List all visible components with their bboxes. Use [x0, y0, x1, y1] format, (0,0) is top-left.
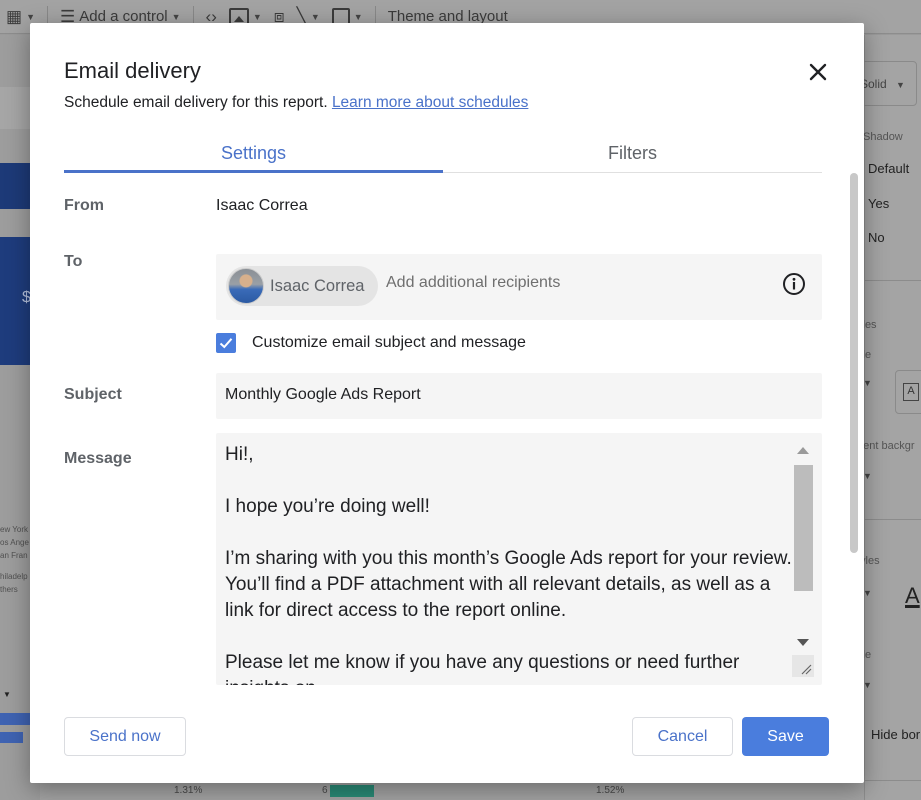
legend-item: an Fran — [0, 551, 28, 560]
checkmark-icon — [219, 338, 233, 349]
avatar — [228, 268, 264, 304]
panel-divider — [865, 780, 921, 781]
text-style-button[interactable]: A — [895, 370, 921, 414]
subject-label: Subject — [64, 386, 122, 403]
chart-bar — [0, 732, 23, 743]
shadow-option-default[interactable]: Default — [868, 161, 909, 176]
recipient-chip[interactable]: Isaac Correa — [226, 266, 378, 306]
hide-border-label[interactable]: Hide bor — [871, 727, 920, 742]
scroll-up-icon[interactable] — [797, 447, 809, 454]
dialog-title: Email delivery — [64, 58, 201, 83]
table-cell: 1.52% — [596, 785, 625, 796]
chevron-down-icon: ▼ — [896, 80, 905, 90]
legend-item: ew York — [0, 525, 29, 534]
legend-spacer — [0, 562, 29, 570]
chevron-down-icon[interactable]: ▼ — [863, 378, 872, 388]
close-icon — [809, 63, 827, 81]
message-label: Message — [64, 450, 132, 467]
close-button[interactable] — [802, 56, 834, 88]
subtitle-text: Schedule email delivery for this report. — [64, 94, 328, 111]
table-cell: 6 — [322, 785, 328, 796]
resize-grip-icon — [801, 664, 812, 675]
panel-divider — [865, 280, 921, 281]
city-legend: ew York os Ange an Fran hiladelp thers — [0, 523, 29, 596]
customize-label: Customize email subject and message — [252, 334, 526, 351]
legend-item: os Ange — [0, 538, 29, 547]
scroll-down-icon[interactable] — [797, 639, 809, 646]
border-style-select[interactable]: Solid ▼ — [855, 61, 917, 106]
component-background-label: nent backgr — [857, 440, 915, 452]
customize-checkbox-row[interactable]: Customize email subject and message — [216, 333, 526, 353]
chevron-down-icon: ▼ — [171, 11, 181, 22]
cancel-button[interactable]: Cancel — [632, 717, 733, 756]
add-recipients-input[interactable]: Add additional recipients — [386, 274, 560, 292]
legend-item: thers — [0, 585, 18, 594]
recipients-field[interactable]: Isaac Correa Add additional recipients — [216, 254, 822, 320]
dialog-scrollbar[interactable] — [850, 173, 858, 553]
subject-input[interactable]: Monthly Google Ads Report — [216, 373, 822, 419]
recipient-name: Isaac Correa — [270, 276, 365, 295]
text-format-icon: A — [903, 383, 919, 401]
save-button[interactable]: Save — [742, 717, 829, 756]
shadow-option-no[interactable]: No — [868, 230, 885, 245]
table-bar — [330, 785, 374, 797]
from-label: From — [64, 197, 104, 214]
dialog-tabs: Settings Filters — [64, 135, 822, 173]
report-table-bottom: 1.31% 6 1.52% — [40, 782, 864, 800]
scrollbar-thumb[interactable] — [794, 465, 813, 591]
chevron-down-icon: ▼ — [3, 690, 11, 699]
chevron-down-icon: ▼ — [310, 11, 320, 22]
chevron-down-icon[interactable]: ▼ — [863, 588, 872, 598]
to-label: To — [64, 253, 83, 270]
message-text[interactable]: Hi!, I hope you’re doing well! I’m shari… — [225, 442, 797, 685]
chevron-down-icon: ▼ — [252, 11, 262, 22]
from-value: Isaac Correa — [216, 197, 308, 214]
textarea-scrollbar[interactable] — [792, 443, 814, 679]
dialog-subtitle: Schedule email delivery for this report.… — [64, 94, 528, 112]
chevron-down-icon[interactable]: ▼ — [863, 471, 872, 481]
learn-more-link[interactable]: Learn more about schedules — [332, 94, 528, 111]
email-delivery-dialog: Email delivery Schedule email delivery f… — [30, 23, 864, 783]
message-textarea[interactable]: Hi!, I hope you’re doing well! I’m shari… — [216, 433, 822, 685]
resize-handle[interactable] — [792, 655, 814, 677]
panel-divider — [865, 519, 921, 520]
tab-settings[interactable]: Settings — [64, 135, 443, 173]
border-style-value: Solid — [860, 77, 887, 91]
chevron-down-icon: ▼ — [26, 11, 35, 22]
properties-panel: Solid ▼ Shadow Default Yes No yles yle ▼… — [855, 35, 921, 800]
info-icon[interactable] — [782, 272, 806, 296]
chevron-down-icon[interactable]: ▼ — [863, 680, 872, 690]
shadow-option-yes[interactable]: Yes — [868, 196, 889, 211]
customize-checkbox[interactable] — [216, 333, 236, 353]
shadow-label: Shadow — [863, 131, 903, 143]
send-now-button[interactable]: Send now — [64, 717, 186, 756]
tab-filters[interactable]: Filters — [443, 135, 822, 172]
add-chart-icon: ▦ — [6, 7, 23, 26]
table-cell: 1.31% — [174, 785, 203, 796]
font-color-icon[interactable]: A — [905, 583, 920, 609]
legend-item: hiladelp — [0, 572, 28, 581]
chevron-down-icon: ▼ — [353, 11, 363, 22]
